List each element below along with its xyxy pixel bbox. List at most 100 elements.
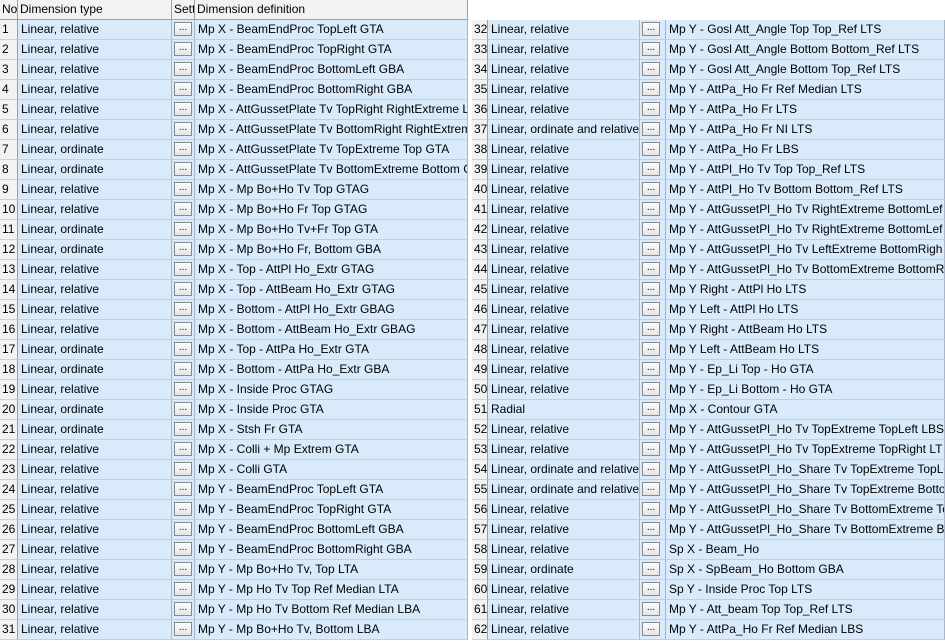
table-row[interactable]: 2 Linear, relative... Mp X - BeamEndProc T… [0,40,468,60]
column-header-dimension-definition[interactable]: Dimension definition [195,0,468,19]
settings-button[interactable]: ... [174,142,192,156]
row-number[interactable]: 15 [0,300,18,320]
settings-button[interactable]: ... [174,442,192,456]
dimension-type-cell[interactable]: Linear, relative [488,180,640,200]
dimension-definition-cell[interactable]: Mp Y - BeamEndProc BottomLeft GBA [195,520,468,540]
settings-button[interactable]: ... [174,322,192,336]
row-number[interactable]: 48 [472,340,488,360]
table-row[interactable]: 12 Linear, ordinate... Mp X - Mp Bo+Ho Fr,… [0,240,468,260]
row-number[interactable]: 33 [472,40,488,60]
settings-button[interactable]: ... [642,202,660,216]
dimension-definition-cell[interactable]: Mp X - Mp Bo+Ho Fr, Bottom GBA [195,240,468,260]
table-row[interactable]: 44 Linear, relative... Mp Y - AttGussetPl_… [472,260,945,280]
row-number[interactable]: 14 [0,280,18,300]
row-number[interactable]: 55 [472,480,488,500]
table-row[interactable]: 59 Linear, ordinate... Sp X - SpBeam_Ho Bo… [472,560,945,580]
dimension-type-cell[interactable]: Linear, ordinate [18,420,172,440]
dimension-definition-cell[interactable]: Mp Y Left - AttBeam Ho LTS [666,340,945,360]
dimension-definition-cell[interactable]: Mp Y - AttPa_Ho Fr NI LTS [666,120,945,140]
dimension-type-cell[interactable]: Linear, relative [18,260,172,280]
settings-button[interactable]: ... [174,222,192,236]
settings-button[interactable]: ... [642,342,660,356]
row-number[interactable]: 30 [0,600,18,620]
dimension-definition-cell[interactable]: Mp X - AttGussetPlate Tv TopExtreme Top … [195,140,468,160]
row-number[interactable]: 7 [0,140,18,160]
row-number[interactable]: 61 [472,600,488,620]
table-row[interactable]: 61 Linear, relative... Mp Y - Att_beam Top… [472,600,945,620]
dimension-type-cell[interactable]: Linear, relative [488,200,640,220]
table-row[interactable]: 24 Linear, relative... Mp Y - BeamEndProc … [0,480,468,500]
table-row[interactable]: 58 Linear, relative... Sp X - Beam_Ho [472,540,945,560]
row-number[interactable]: 21 [0,420,18,440]
settings-button[interactable]: ... [642,102,660,116]
row-number[interactable]: 56 [472,500,488,520]
dimension-type-cell[interactable]: Linear, ordinate and relative [488,480,640,500]
row-number[interactable]: 23 [0,460,18,480]
row-number[interactable]: 46 [472,300,488,320]
row-number[interactable]: 24 [0,480,18,500]
row-number[interactable]: 57 [472,520,488,540]
settings-button[interactable]: ... [174,582,192,596]
settings-button[interactable]: ... [642,542,660,556]
settings-button[interactable]: ... [174,522,192,536]
dimension-definition-cell[interactable]: Mp Y - AttPa_Ho Fr Ref Median LTS [666,80,945,100]
settings-button[interactable]: ... [174,102,192,116]
row-number[interactable]: 35 [472,80,488,100]
row-number[interactable]: 44 [472,260,488,280]
dimension-definition-cell[interactable]: Mp Y - AttGussetPl_Ho Tv LeftExtreme Bot… [666,240,945,260]
settings-button[interactable]: ... [174,202,192,216]
table-row[interactable]: 23 Linear, relative... Mp X - Colli GTA [0,460,468,480]
row-number[interactable]: 32 [472,20,488,40]
row-number[interactable]: 13 [0,260,18,280]
dimension-type-cell[interactable]: Linear, relative [488,340,640,360]
row-number[interactable]: 10 [0,200,18,220]
settings-button[interactable]: ... [642,122,660,136]
row-number[interactable]: 40 [472,180,488,200]
row-number[interactable]: 22 [0,440,18,460]
settings-button[interactable]: ... [174,362,192,376]
dimension-type-cell[interactable]: Linear, relative [488,360,640,380]
row-number[interactable]: 62 [472,620,488,640]
table-row[interactable]: 27 Linear, relative... Mp Y - BeamEndProc … [0,540,468,560]
row-number[interactable]: 25 [0,500,18,520]
settings-button[interactable]: ... [642,242,660,256]
dimension-definition-cell[interactable]: Mp Y - AttPa_Ho Fr Ref Median LBS [666,620,945,640]
settings-button[interactable]: ... [174,182,192,196]
settings-button[interactable]: ... [642,22,660,36]
table-row[interactable]: 10 Linear, relative... Mp X - Mp Bo+Ho Fr … [0,200,468,220]
dimension-definition-cell[interactable]: Mp X - AttGussetPlate Tv BottomRight Rig… [195,120,468,140]
dimension-definition-cell[interactable]: Sp X - Beam_Ho [666,540,945,560]
dimension-definition-cell[interactable]: Mp X - AttGussetPlate Tv TopRight RightE… [195,100,468,120]
table-row[interactable]: 45 Linear, relative... Mp Y Right - AttPl … [472,280,945,300]
row-number[interactable]: 3 [0,60,18,80]
settings-button[interactable]: ... [642,602,660,616]
settings-button[interactable]: ... [642,382,660,396]
settings-button[interactable]: ... [642,402,660,416]
row-number[interactable]: 49 [472,360,488,380]
dimension-definition-cell[interactable]: Mp Y - BeamEndProc TopLeft GTA [195,480,468,500]
dimension-type-cell[interactable]: Linear, relative [18,200,172,220]
table-row[interactable]: 49 Linear, relative... Mp Y - Ep_Li Top - … [472,360,945,380]
column-header-no[interactable]: No [0,0,18,19]
settings-button[interactable]: ... [642,502,660,516]
settings-button[interactable]: ... [642,582,660,596]
dimension-type-cell[interactable]: Linear, relative [488,40,640,60]
dimension-definition-cell[interactable]: Mp X - Top - AttPl Ho_Extr GTAG [195,260,468,280]
table-row[interactable]: 54 Linear, ordinate and relative... Mp Y -… [472,460,945,480]
table-row[interactable]: 30 Linear, relative... Mp Y - Mp Ho Tv Bot… [0,600,468,620]
row-number[interactable]: 27 [0,540,18,560]
settings-button[interactable]: ... [174,622,192,636]
table-row[interactable]: 50 Linear, relative... Mp Y - Ep_Li Bottom… [472,380,945,400]
row-number[interactable]: 2 [0,40,18,60]
dimension-type-cell[interactable]: Linear, ordinate [18,240,172,260]
dimension-definition-cell[interactable]: Mp X - Contour GTA [666,400,945,420]
settings-button[interactable]: ... [174,502,192,516]
table-row[interactable]: 15 Linear, relative... Mp X - Bottom - Att… [0,300,468,320]
settings-button[interactable]: ... [174,62,192,76]
settings-button[interactable]: ... [642,262,660,276]
dimension-definition-cell[interactable]: Mp Y - Mp Ho Tv Top Ref Median LTA [195,580,468,600]
row-number[interactable]: 20 [0,400,18,420]
row-number[interactable]: 34 [472,60,488,80]
table-row[interactable]: 42 Linear, relative... Mp Y - AttGussetPl_… [472,220,945,240]
dimension-definition-cell[interactable]: Mp Y - Mp Ho Tv Bottom Ref Median LBA [195,600,468,620]
